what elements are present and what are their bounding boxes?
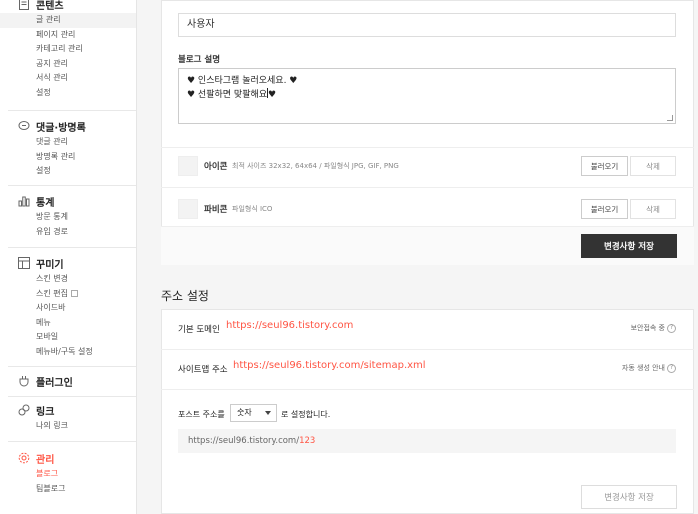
sidebar-item-my-links[interactable]: 나의 링크 <box>0 419 136 434</box>
sidebar-item-visit-stats[interactable]: 방문 통계 <box>0 210 136 225</box>
sidebar-title-link[interactable]: 링크 <box>0 401 136 419</box>
layout-icon <box>18 257 30 269</box>
sitemap-row: 사이트맵 주소 https://seul96.tistory.com/sitem… <box>161 349 694 389</box>
sidebar-item-menu[interactable]: 메뉴 <box>0 316 136 331</box>
favicon-hint: 파일형식 ICO <box>232 205 273 213</box>
sidebar-item-notices[interactable]: 공지 관리 <box>0 57 136 72</box>
divider <box>8 366 136 367</box>
sidebar-item-posts[interactable]: 글 관리 <box>0 13 136 28</box>
divider <box>8 441 136 442</box>
sidebar-title-plugin[interactable]: 플러그인 <box>0 372 136 390</box>
sidebar-item-sidebar[interactable]: 사이드바 <box>0 301 136 316</box>
sidebar-item-menubar[interactable]: 메뉴바/구독 설정 <box>0 345 136 360</box>
divider <box>8 110 136 111</box>
section-heading: 주소 설정 <box>161 289 209 303</box>
sidebar-title-stats[interactable]: 통계 <box>0 192 136 210</box>
icon-label: 아이콘 <box>204 162 228 172</box>
sidebar-title-decorate[interactable]: 꾸미기 <box>0 254 136 272</box>
favicon-label: 파비콘 <box>204 205 228 215</box>
sidebar-item-skin-change[interactable]: 스킨 변경 <box>0 272 136 287</box>
sitemap-auto-info: 자동 생성 안내 ? <box>622 363 676 373</box>
sidebar-section-manage: 관리 블로그 팀블로그 <box>0 449 136 496</box>
sidebar-section-stats: 통계 방문 통계 유입 경로 <box>0 192 136 239</box>
sidebar-item-mobile[interactable]: 모바일 <box>0 330 136 345</box>
external-link-icon <box>70 289 78 297</box>
help-icon[interactable]: ? <box>667 363 676 373</box>
comment-icon <box>18 121 30 130</box>
sidebar-item-comment-settings[interactable]: 설정 <box>0 164 136 179</box>
post-address-label: 포스트 주소를 <box>178 410 225 419</box>
link-icon <box>18 404 30 416</box>
bar-chart-icon <box>18 196 30 207</box>
icon-delete-button[interactable]: 삭제 <box>630 156 676 176</box>
sidebar: 콘텐츠 글 관리 페이지 관리 카테고리 관리 공지 관리 서식 관리 설정 댓… <box>0 0 137 514</box>
sidebar-item-content-settings[interactable]: 설정 <box>0 86 136 101</box>
sidebar-section-content: 콘텐츠 글 관리 페이지 관리 카테고리 관리 공지 관리 서식 관리 설정 <box>0 0 136 100</box>
address-save-button[interactable]: 변경사항 저장 <box>581 485 677 509</box>
resize-handle[interactable] <box>667 115 673 121</box>
author-input[interactable]: 사용자 <box>178 13 676 37</box>
favicon-load-button[interactable]: 불러오기 <box>581 199 628 219</box>
sidebar-title-content[interactable]: 콘텐츠 <box>0 0 136 13</box>
favicon-delete-button[interactable]: 삭제 <box>630 199 676 219</box>
description-textarea[interactable]: ♥ 인스타그램 놀러오세요. ♥ ♥ 선팔하면 맞팔해요♥ <box>178 68 676 124</box>
divider <box>8 396 136 397</box>
sidebar-title-comments[interactable]: 댓글·방명록 <box>0 117 136 135</box>
sidebar-section-comments: 댓글·방명록 댓글 관리 방명록 관리 설정 <box>0 117 136 179</box>
sidebar-item-team-blog[interactable]: 팀블로그 <box>0 482 136 497</box>
description-label: 블로그 설명 <box>178 55 221 65</box>
sidebar-section-plugin: 플러그인 <box>0 372 136 390</box>
sitemap-label: 사이트맵 주소 <box>178 365 228 375</box>
gear-icon <box>18 452 30 464</box>
icon-hint: 최적 사이즈 32x32, 64x64 / 파일형식 JPG, GIF, PNG <box>232 162 399 170</box>
sidebar-item-comments[interactable]: 댓글 관리 <box>0 135 136 150</box>
document-icon <box>19 0 29 10</box>
description-line: ♥ 인스타그램 놀러오세요. ♥ <box>187 76 298 86</box>
post-address-suffix: 로 설정합니다. <box>281 410 331 419</box>
icon-load-button[interactable]: 불러오기 <box>581 156 628 176</box>
sidebar-item-pages[interactable]: 페이지 관리 <box>0 28 136 43</box>
domain-label: 기본 도메인 <box>178 325 220 335</box>
sidebar-item-skin-edit[interactable]: 스킨 편집 <box>0 287 136 302</box>
sidebar-item-guestbook[interactable]: 방명록 관리 <box>0 150 136 165</box>
sidebar-section-decorate: 꾸미기 스킨 변경 스킨 편집 사이드바 메뉴 모바일 메뉴바/구독 설정 <box>0 254 136 359</box>
sitemap-link[interactable]: https://seul96.tistory.com/sitemap.xml <box>233 360 426 371</box>
secure-connection-status: 보안접속 중 ? <box>631 323 676 333</box>
save-changes-button[interactable]: 변경사항 저장 <box>581 234 677 258</box>
icon-row: 아이콘 최적 사이즈 32x32, 64x64 / 파일형식 JPG, GIF,… <box>161 151 694 187</box>
sidebar-section-link: 링크 나의 링크 <box>0 401 136 434</box>
sidebar-item-categories[interactable]: 카테고리 관리 <box>0 42 136 57</box>
divider <box>8 247 136 248</box>
favicon-thumbnail <box>178 199 198 219</box>
divider <box>161 389 694 390</box>
sidebar-title-manage[interactable]: 관리 <box>0 449 136 467</box>
favicon-row: 파비콘 파일형식 ICO 불러오기 삭제 <box>161 194 694 230</box>
divider <box>8 185 136 186</box>
domain-row: 기본 도메인 https://seul96.tistory.com 보안접속 중… <box>161 309 694 349</box>
description-line: ♥ 선팔하면 맞팔해요♥ <box>187 88 277 100</box>
chevron-down-icon <box>265 411 271 415</box>
post-address-select[interactable]: 숫자 <box>230 404 277 422</box>
divider <box>161 147 694 148</box>
help-icon[interactable]: ? <box>667 323 676 333</box>
sidebar-item-blog[interactable]: 블로그 <box>0 467 136 482</box>
icon-thumbnail <box>178 156 198 176</box>
post-url-preview: https://seul96.tistory.com/123 <box>178 429 676 453</box>
domain-link[interactable]: https://seul96.tistory.com <box>226 320 353 331</box>
sidebar-item-referrers[interactable]: 유입 경로 <box>0 225 136 240</box>
plug-icon <box>19 376 29 387</box>
divider <box>161 187 694 188</box>
sidebar-item-templates[interactable]: 서식 관리 <box>0 71 136 86</box>
